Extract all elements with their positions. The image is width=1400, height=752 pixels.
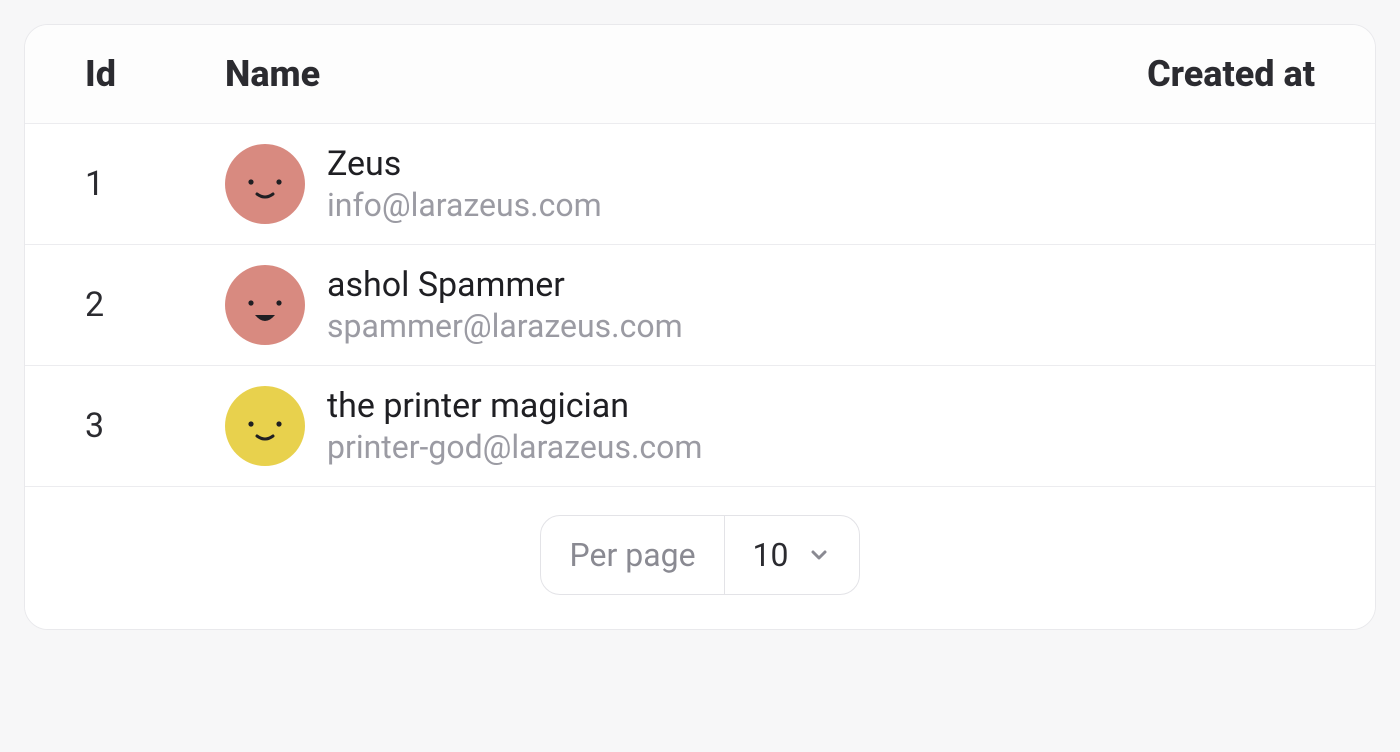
column-header-id[interactable]: Id: [85, 53, 225, 95]
row-email: spammer@larazeus.com: [327, 307, 683, 345]
row-name: the printer magician: [327, 386, 702, 426]
table-row[interactable]: 3 the printer magicianprinter-god@laraze…: [25, 366, 1375, 487]
row-email: printer-god@larazeus.com: [327, 428, 702, 466]
row-email: info@larazeus.com: [327, 186, 602, 224]
cell-id: 3: [85, 406, 225, 446]
column-header-created-at[interactable]: Created at: [1055, 53, 1315, 95]
per-page-control: Per page 10: [540, 515, 859, 595]
avatar: [225, 144, 305, 224]
name-block: the printer magicianprinter-god@larazeus…: [327, 386, 702, 466]
cell-id: 2: [85, 285, 225, 325]
avatar: [225, 265, 305, 345]
row-name: ashol Spammer: [327, 265, 683, 305]
data-table-card: Id Name Created at 1 Zeusinfo@larazeus.c…: [24, 24, 1376, 630]
table-header-row: Id Name Created at: [25, 25, 1375, 124]
avatar: [225, 386, 305, 466]
column-header-name[interactable]: Name: [225, 53, 1055, 95]
per-page-label: Per page: [541, 516, 724, 594]
cell-name: Zeusinfo@larazeus.com: [225, 144, 1055, 224]
name-block: Zeusinfo@larazeus.com: [327, 144, 602, 224]
cell-id: 1: [85, 164, 225, 204]
name-block: ashol Spammerspammer@larazeus.com: [327, 265, 683, 345]
row-name: Zeus: [327, 144, 602, 184]
table-row[interactable]: 1 Zeusinfo@larazeus.com: [25, 124, 1375, 245]
per-page-value: 10: [753, 536, 789, 574]
per-page-select[interactable]: 10: [725, 516, 859, 594]
cell-name: the printer magicianprinter-god@larazeus…: [225, 386, 1055, 466]
table-footer: Per page 10: [25, 487, 1375, 629]
chevron-down-icon: [807, 543, 831, 567]
cell-name: ashol Spammerspammer@larazeus.com: [225, 265, 1055, 345]
table-row[interactable]: 2 ashol Spammerspammer@larazeus.com: [25, 245, 1375, 366]
table-body: 1 Zeusinfo@larazeus.com2 ashol Spammersp…: [25, 124, 1375, 487]
